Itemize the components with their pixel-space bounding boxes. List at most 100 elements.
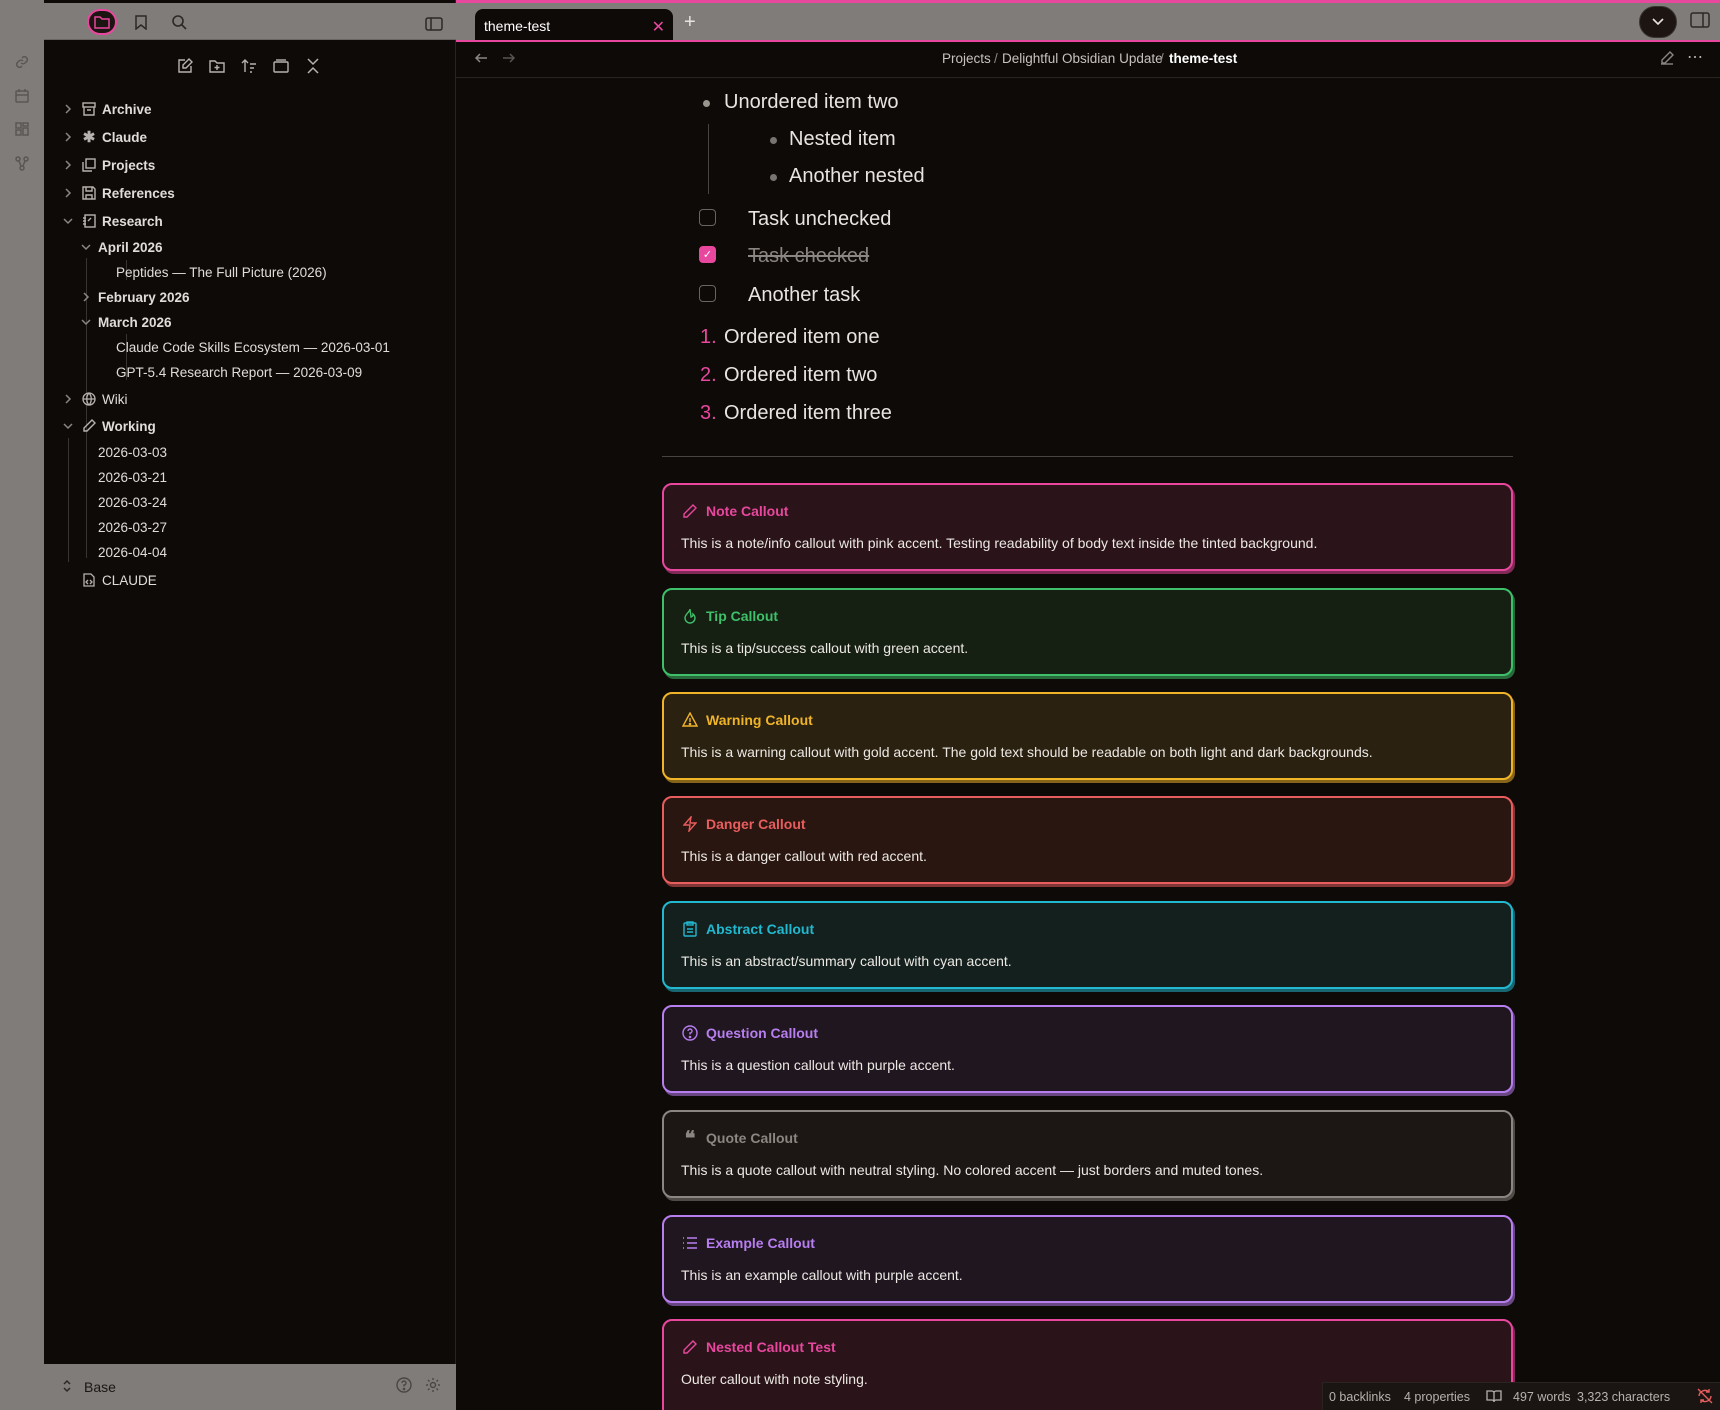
status-bar: 0 backlinks 4 properties 497 words 3,323…: [1322, 1382, 1720, 1410]
notebook-icon: [81, 213, 97, 229]
more-options-icon[interactable]: ⋯: [1687, 47, 1704, 67]
new-folder-icon[interactable]: [204, 54, 230, 78]
file-explorer-toolbar: [44, 54, 456, 78]
search-icon[interactable]: [164, 9, 194, 35]
quote-icon: ❝: [684, 1127, 696, 1150]
callout-abstract: Abstract Callout This is an abstract/sum…: [662, 901, 1513, 989]
dashboard-icon[interactable]: [11, 118, 33, 140]
file-label: CLAUDE: [102, 572, 157, 588]
callout-body: This is a warning callout with gold acce…: [681, 744, 1373, 760]
callout-title: Warning Callout: [706, 712, 813, 728]
new-note-icon[interactable]: [172, 54, 198, 78]
folder-label: Research: [102, 213, 163, 229]
backlinks-count[interactable]: 0 backlinks: [1329, 1390, 1391, 1404]
close-icon[interactable]: ✕: [652, 17, 665, 37]
tab-theme-test[interactable]: theme-test ✕: [475, 9, 673, 42]
tab-title: theme-test: [484, 17, 551, 34]
breadcrumb-delightful-obsidian-update[interactable]: Delightful Obsidian Update: [1002, 51, 1163, 66]
tab-bar: theme-test ✕ +: [456, 3, 1720, 42]
tree-guide-working: [68, 438, 69, 562]
task-checkbox[interactable]: [699, 209, 716, 226]
callout-title: Quote Callout: [706, 1130, 798, 1146]
sync-off-icon[interactable]: [1697, 1388, 1713, 1407]
horizontal-rule: [662, 456, 1513, 457]
ordered-item: Ordered item three: [724, 402, 892, 424]
callout-title: Danger Callout: [706, 816, 806, 832]
callout-body: This is a danger callout with red accent…: [681, 848, 927, 864]
link-icon[interactable]: [11, 51, 33, 73]
reading-mode-book-icon[interactable]: [1486, 1389, 1502, 1406]
list-icon: [681, 1234, 699, 1252]
folder-label: Wiki: [102, 391, 128, 407]
file-code-icon: [81, 572, 97, 588]
right-sidebar-toggle-icon[interactable]: [1690, 12, 1712, 32]
folder-icon[interactable]: [87, 9, 117, 35]
tab-list-dropdown-icon[interactable]: [1639, 6, 1677, 38]
list-item: Nested item: [789, 128, 896, 150]
chevron-down-icon: [62, 420, 74, 432]
help-circle-icon: [681, 1024, 699, 1042]
ordered-item: Ordered item two: [724, 364, 878, 386]
callout-quote: ❝ Quote Callout This is a quote callout …: [662, 1110, 1513, 1198]
clipboard-icon: [681, 920, 699, 938]
tree-guide-research: [86, 258, 87, 558]
bullet-marker: [703, 100, 710, 107]
file-label: 2026-04-04: [98, 544, 168, 560]
auto-reveal-icon[interactable]: [268, 54, 294, 78]
pencil-icon: [681, 1338, 699, 1356]
chevron-right-icon: [62, 187, 74, 199]
callout-body: This is a quote callout with neutral sty…: [681, 1162, 1264, 1178]
calendar-icon[interactable]: [11, 85, 33, 107]
callout-title: Tip Callout: [706, 608, 779, 624]
graph-icon[interactable]: [11, 152, 33, 174]
forward-arrow-icon[interactable]: [502, 51, 516, 70]
chevrons-up-down-icon[interactable]: [62, 1379, 72, 1396]
chevron-right-icon: [80, 291, 92, 303]
folder-label: Claude: [102, 129, 148, 145]
callout-body: This is a tip/success callout with green…: [681, 640, 969, 656]
note-content: Unordered item two Nested item Another n…: [456, 78, 1720, 1410]
folder-label: Working: [102, 418, 156, 434]
list-item: Another nested: [789, 165, 925, 187]
vault-switcher-bar: Base: [44, 1364, 456, 1410]
save-icon: [81, 185, 97, 201]
collapse-all-icon[interactable]: [300, 54, 326, 78]
chevron-right-icon: [62, 159, 74, 171]
list-item: Unordered item two: [724, 91, 899, 113]
folder-label: April 2026: [98, 239, 163, 255]
folder-label: Projects: [102, 157, 156, 173]
bookmark-icon[interactable]: [126, 9, 156, 35]
settings-gear-icon[interactable]: [425, 1377, 441, 1398]
vault-name[interactable]: Base: [84, 1379, 116, 1395]
file-explorer-sidebar: Archive ✱ Claude Projects References Res…: [44, 0, 456, 1410]
sort-icon[interactable]: [236, 54, 262, 78]
alert-triangle-icon: [681, 711, 699, 729]
sidebar-toggle-icon[interactable]: [419, 11, 449, 37]
help-icon[interactable]: [396, 1376, 412, 1398]
file-label: GPT-5.4 Research Report — 2026-03-09: [116, 364, 363, 380]
task-checkbox-checked[interactable]: ✓: [699, 246, 716, 263]
callout-body: This is a note/info callout with pink ac…: [681, 535, 1318, 551]
callout-body: This is an example callout with purple a…: [681, 1267, 963, 1283]
breadcrumb-projects[interactable]: Projects: [942, 51, 991, 66]
task-text: Task unchecked: [748, 208, 892, 230]
callout-question: Question Callout This is a question call…: [662, 1005, 1513, 1093]
new-tab-plus-icon[interactable]: +: [684, 11, 696, 34]
ordered-number: 1.: [700, 326, 717, 348]
chevron-right-icon: [62, 393, 74, 405]
breadcrumb-separator: /: [994, 51, 998, 66]
callout-title: Nested Callout Test: [706, 1339, 836, 1355]
properties-count[interactable]: 4 properties: [1404, 1390, 1470, 1404]
folder-label: References: [102, 185, 175, 201]
chevron-down-icon: [62, 215, 74, 227]
ordered-item: Ordered item one: [724, 326, 880, 348]
callout-body: Outer callout with note styling.: [681, 1371, 868, 1387]
word-count: 497 words: [1513, 1390, 1571, 1404]
back-arrow-icon[interactable]: [474, 51, 488, 70]
edit-pencil-icon[interactable]: [1660, 51, 1674, 70]
task-checkbox[interactable]: [699, 285, 716, 302]
callout-body: This is an abstract/summary callout with…: [681, 953, 1012, 969]
callout-title: Note Callout: [706, 503, 789, 519]
chevron-down-icon: [80, 241, 92, 253]
archive-icon: [81, 101, 97, 117]
